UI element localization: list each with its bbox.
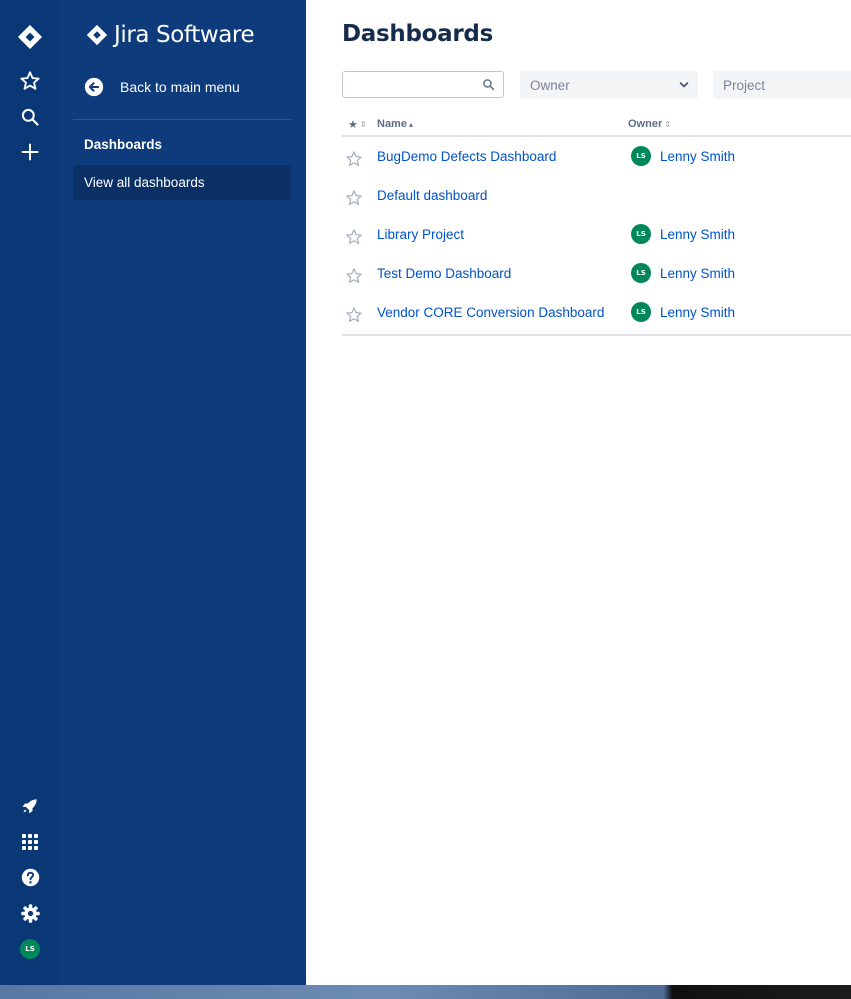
main-content: Dashboards Owner Project ★ ⇕ Name ▴ Owne… [306, 0, 851, 985]
product-logo[interactable]: Jira Software [86, 20, 255, 50]
owner-avatar: LS [631, 302, 651, 322]
jira-logo-icon [86, 24, 108, 46]
owner-filter-select[interactable]: Owner [520, 71, 698, 99]
dashboard-link[interactable]: Test Demo Dashboard [377, 266, 511, 281]
column-header-star[interactable]: ★ ⇕ [348, 118, 367, 131]
sort-arrows-icon: ⇕ [359, 120, 367, 129]
page-backdrop [0, 985, 851, 999]
sidebar-item-view-all-dashboards[interactable]: View all dashboards [73, 165, 291, 200]
jira-logo-icon[interactable] [17, 24, 43, 50]
star-icon[interactable] [345, 150, 363, 173]
owner-filter-placeholder: Owner [530, 77, 570, 93]
table-row: Default dashboard [342, 176, 851, 215]
settings-icon[interactable] [17, 900, 43, 926]
search-box [342, 71, 504, 98]
dashboard-link[interactable]: Library Project [377, 227, 464, 242]
owner-name: Lenny Smith [660, 265, 736, 281]
table-bottom-border [342, 334, 851, 336]
owner-cell[interactable]: LS Lenny Smith [631, 146, 735, 166]
dashboard-link[interactable]: BugDemo Defects Dashboard [377, 149, 556, 164]
dashboard-link[interactable]: Default dashboard [377, 188, 487, 203]
search-icon[interactable] [482, 78, 495, 96]
table-header: ★ ⇕ Name ▴ Owner ⇕ [342, 113, 851, 137]
search-icon[interactable] [17, 104, 43, 130]
arrow-left-circle-icon [84, 77, 104, 97]
sidebar-item-label: View all dashboards [84, 175, 205, 190]
help-icon[interactable] [17, 864, 43, 890]
global-navigation: LS [0, 0, 59, 985]
table-row: BugDemo Defects Dashboard LS Lenny Smith [342, 137, 851, 176]
star-icon[interactable] [17, 68, 43, 94]
owner-cell[interactable]: LS Lenny Smith [631, 224, 735, 244]
product-name: Jira Software [114, 22, 255, 48]
back-link-label: Back to main menu [120, 79, 240, 95]
star-icon[interactable] [345, 189, 363, 212]
back-to-main-menu-button[interactable]: Back to main menu [84, 75, 304, 99]
owner-name: Lenny Smith [660, 226, 736, 242]
user-avatar[interactable]: LS [20, 939, 40, 959]
project-filter-placeholder: Project [723, 77, 766, 93]
sort-ascending-icon: ▴ [408, 119, 413, 129]
sidebar: Jira Software Back to main menu Dashboar… [59, 0, 306, 985]
column-owner-label: Owner [628, 118, 663, 130]
dashboard-link[interactable]: Vendor CORE Conversion Dashboard [377, 305, 604, 320]
page-title: Dashboards [342, 21, 493, 47]
sort-arrows-icon: ⇕ [664, 119, 671, 129]
star-icon[interactable] [345, 228, 363, 251]
owner-avatar: LS [631, 224, 651, 244]
create-plus-icon[interactable] [17, 139, 43, 165]
table-row: Test Demo Dashboard LS Lenny Smith [342, 254, 851, 293]
owner-name: Lenny Smith [660, 304, 736, 320]
owner-cell[interactable]: LS Lenny Smith [631, 302, 735, 322]
sidebar-divider [73, 119, 291, 120]
table-row: Library Project LS Lenny Smith [342, 215, 851, 254]
sidebar-section-heading: Dashboards [84, 137, 163, 152]
table-row: Vendor CORE Conversion Dashboard LS Lenn… [342, 293, 851, 332]
search-input[interactable] [349, 75, 483, 96]
column-header-name[interactable]: Name ▴ [377, 118, 413, 130]
owner-avatar: LS [631, 263, 651, 283]
owner-cell[interactable]: LS Lenny Smith [631, 263, 735, 283]
owner-name: Lenny Smith [660, 148, 736, 164]
star-icon[interactable] [345, 267, 363, 290]
owner-avatar: LS [631, 146, 651, 166]
column-header-owner[interactable]: Owner ⇕ [628, 118, 671, 130]
chevron-down-icon [678, 79, 690, 94]
app-switcher-icon[interactable] [17, 829, 43, 855]
column-star-label: ★ [348, 119, 358, 131]
star-icon[interactable] [345, 306, 363, 329]
rocket-icon[interactable] [17, 793, 43, 819]
project-filter-select[interactable]: Project [713, 71, 851, 99]
column-name-label: Name [377, 118, 407, 130]
